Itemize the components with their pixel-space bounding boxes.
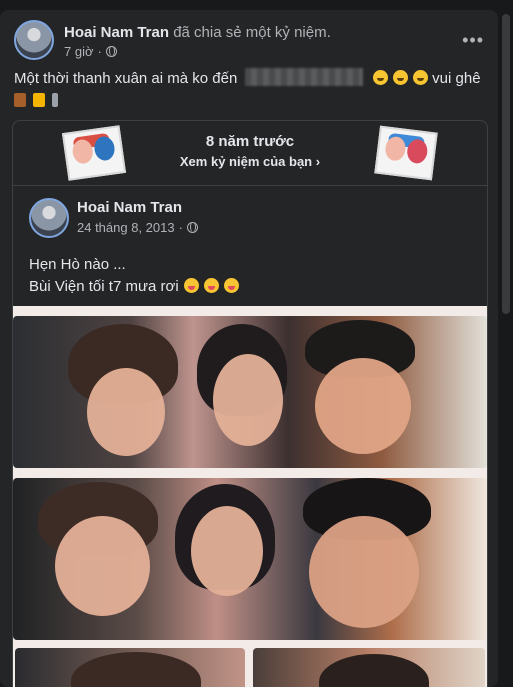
original-post-meta: 24 tháng 8, 2013 ·: [77, 220, 198, 235]
photo-strip-middle: [13, 478, 487, 640]
globe-icon: [186, 222, 198, 233]
tongue-emoji-icon: [204, 278, 220, 293]
smile-emoji-icon: [372, 70, 388, 85]
post-text-before: Một thời thanh xuân ai mà ko đến: [14, 70, 238, 87]
avatar[interactable]: [29, 198, 69, 238]
post-action: đã chia sẻ một kỷ niệm.: [173, 24, 331, 41]
globe-icon: [105, 46, 117, 57]
glass-icon: [52, 93, 59, 107]
tongue-emoji-icon: [224, 278, 240, 293]
memory-header[interactable]: 8 năm trước Xem kỷ niệm của bạn ›: [13, 121, 487, 186]
beer-icon: [14, 93, 26, 107]
tongue-emoji-icon: [183, 278, 199, 293]
memory-container[interactable]: 8 năm trước Xem kỷ niệm của bạn › Hoai N…: [12, 120, 488, 687]
memory-photo[interactable]: [13, 306, 487, 687]
original-post-line2: Bùi Viện tối t7 mưa rơi: [29, 278, 179, 295]
blurred-text: [245, 68, 364, 86]
beer-icon: [33, 93, 46, 107]
author-name[interactable]: Hoai Nam Tran: [64, 24, 169, 41]
photo-strip-top: [13, 316, 487, 468]
post-time[interactable]: 7 giờ: [64, 44, 94, 59]
post-card: Hoai Nam Tran đã chia sẻ một kỷ niệm. 7 …: [0, 10, 498, 687]
author-line: Hoai Nam Tran đã chia sẻ một kỷ niệm.: [64, 24, 331, 41]
chevron-right-icon: ›: [315, 154, 321, 169]
photo-strip-bottom-left: [15, 648, 245, 687]
memory-sticker-icon: [374, 125, 438, 181]
original-post: Hoai Nam Tran 24 tháng 8, 2013 · Hẹn Hò …: [13, 186, 487, 687]
original-post-line1: Hẹn Hò nào ...: [29, 256, 126, 273]
original-author-name[interactable]: Hoai Nam Tran: [77, 199, 182, 216]
original-post-text: Hẹn Hò nào ... Bùi Viện tối t7 mưa rơi: [29, 254, 240, 298]
post-text: Một thời thanh xuân ai mà ko đến vui ghê: [14, 68, 484, 112]
scrollbar[interactable]: [502, 14, 510, 314]
original-post-date[interactable]: 24 tháng 8, 2013: [77, 220, 175, 235]
post-meta: 7 giờ ·: [64, 44, 117, 59]
post-text-after: vui ghê: [432, 70, 481, 87]
photo-strip-bottom-right: [253, 648, 485, 687]
avatar[interactable]: [14, 20, 54, 60]
view-memory-label: Xem kỷ niệm của bạn: [179, 154, 313, 169]
post-header: Hoai Nam Tran đã chia sẻ một kỷ niệm. 7 …: [14, 20, 484, 62]
smile-emoji-icon: [413, 70, 428, 85]
smile-emoji-icon: [392, 70, 408, 85]
more-icon[interactable]: •••: [462, 30, 484, 51]
